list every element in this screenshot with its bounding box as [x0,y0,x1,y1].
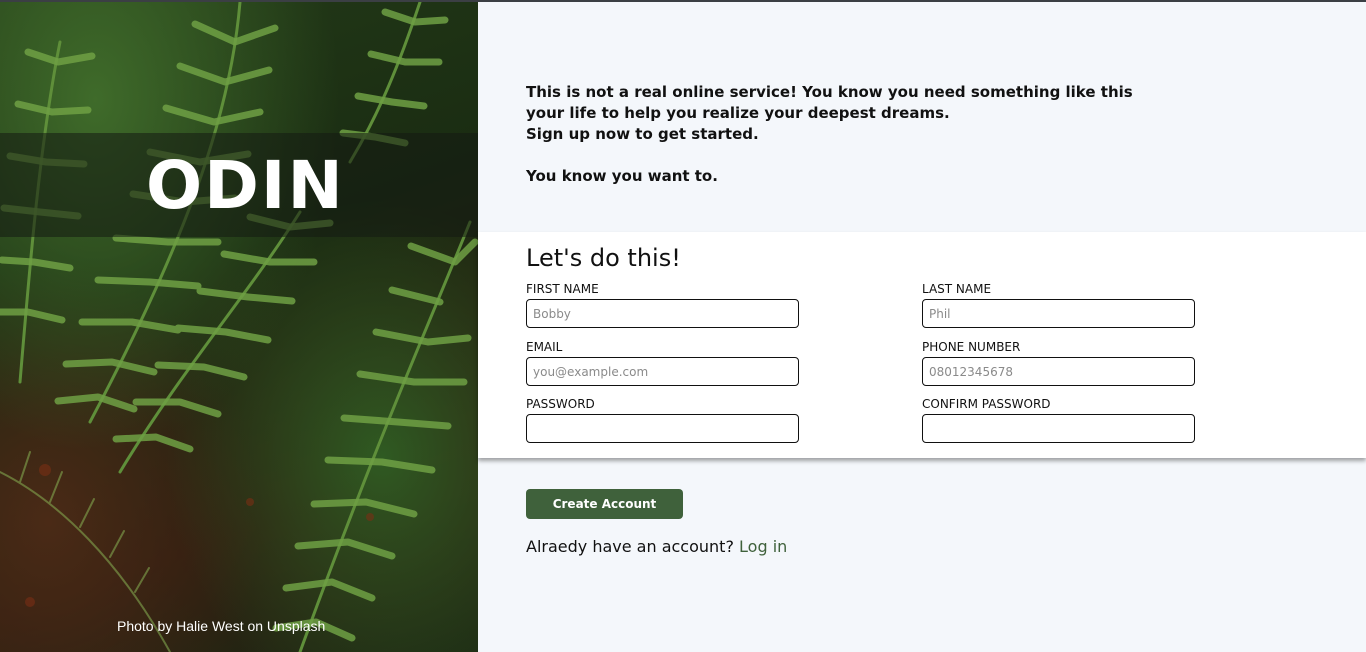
login-link[interactable]: Log in [739,537,787,556]
first-name-field: FIRST NAME [526,282,800,328]
intro-text: This is not a real online service! You k… [526,82,1166,187]
last-name-field: LAST NAME [922,282,1196,328]
password-input[interactable] [526,414,799,443]
signup-form: Let's do this! FIRST NAME LAST NAME EMAI… [478,232,1366,458]
intro-line-1: This is not a real online service! You k… [526,83,1133,122]
fern-background-image [0,2,478,652]
last-name-input[interactable] [922,299,1195,328]
email-field: EMAIL [526,340,800,386]
confirm-password-input[interactable] [922,414,1195,443]
phone-input[interactable] [922,357,1195,386]
intro-line-2: Sign up now to get started. [526,125,759,143]
confirm-password-label: CONFIRM PASSWORD [922,397,1051,411]
login-prompt-text: Alraedy have an account? [526,537,734,556]
email-label: EMAIL [526,340,563,354]
first-name-input[interactable] [526,299,799,328]
photo-credit: Photo by Halie West on Unsplash [117,618,326,634]
password-field: PASSWORD [526,397,800,443]
intro-line-3: You know you want to. [526,167,718,185]
odin-logo: ODIN [140,137,343,235]
phone-field: PHONE NUMBER [922,340,1196,386]
email-input[interactable] [526,357,799,386]
hero-panel: ODIN Photo by Halie West on Unsplash [0,2,478,652]
main-content: This is not a real online service! You k… [478,2,1366,652]
form-title: Let's do this! [526,244,681,272]
phone-label: PHONE NUMBER [922,340,1021,354]
last-name-label: LAST NAME [922,282,992,296]
login-prompt: Alraedy have an account? Log in [526,537,787,556]
create-account-button[interactable]: Create Account [526,489,683,519]
confirm-password-field: CONFIRM PASSWORD [922,397,1196,443]
signup-page: ODIN Photo by Halie West on Unsplash Thi… [0,0,1366,652]
logo-text: ODIN [146,147,345,224]
password-label: PASSWORD [526,397,595,411]
first-name-label: FIRST NAME [526,282,599,296]
